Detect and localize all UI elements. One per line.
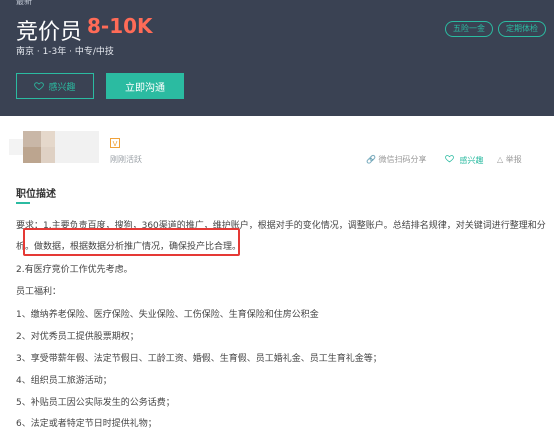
- top-hint: 最新: [16, 0, 32, 6]
- desc-line: 员工福利：: [16, 287, 62, 297]
- desc-line: 4、组织员工旅游活动；: [16, 376, 112, 386]
- report-action[interactable]: △ 举报: [497, 154, 522, 165]
- desc-line: 3、享受带薪年假、法定节假日、工龄工资、婚假、生育假、员工婚礼金、员工生育礼金等…: [16, 354, 382, 364]
- desc-line: 2、对优秀员工提供股票期权；: [16, 332, 139, 342]
- share-label: 微信扫码分享: [378, 155, 427, 164]
- job-meta: 南京 · 1-3年 · 中专/中技: [16, 47, 114, 57]
- share-action[interactable]: 🔗 微信扫码分享: [366, 154, 427, 165]
- highlight-box: [23, 228, 240, 256]
- interest-label: 感兴趣: [48, 82, 76, 93]
- benefit-tag: 定期体检: [498, 21, 546, 37]
- section-title: 职位描述: [16, 189, 56, 200]
- heart-icon: [445, 155, 454, 163]
- avatar: [9, 131, 99, 171]
- fav-label: 感兴趣: [459, 156, 484, 165]
- report-label: 举报: [505, 155, 522, 164]
- contact-button[interactable]: 立即沟通: [106, 73, 184, 99]
- active-status: 刚刚活跃: [110, 155, 142, 164]
- link-icon: 🔗: [366, 155, 376, 164]
- desc-line: 5、补贴员工因公实际发生的公务话费；: [16, 398, 175, 408]
- verified-badge: V: [110, 138, 120, 148]
- section-underline: [16, 202, 30, 204]
- desc-line: 1、缴纳养老保险、医疗保险、失业保险、工伤保险、生育保险和住房公积金: [16, 310, 319, 320]
- job-header: 最新 竞价员 8-10K 南京 · 1-3年 · 中专/中技 五险一金 定期体检…: [0, 0, 554, 116]
- benefit-tag: 五险一金: [445, 21, 493, 37]
- job-title: 竞价员: [16, 20, 83, 45]
- warning-icon: △: [497, 155, 504, 164]
- desc-line: 2.有医疗竞价工作优先考虑。: [16, 265, 133, 275]
- desc-line: 6、法定或者特定节日时提供礼物；: [16, 419, 157, 429]
- salary: 8-10K: [87, 14, 153, 38]
- interest-button[interactable]: 感兴趣: [16, 73, 94, 99]
- heart-icon: [34, 82, 45, 91]
- favorite-action[interactable]: 感兴趣: [445, 154, 484, 166]
